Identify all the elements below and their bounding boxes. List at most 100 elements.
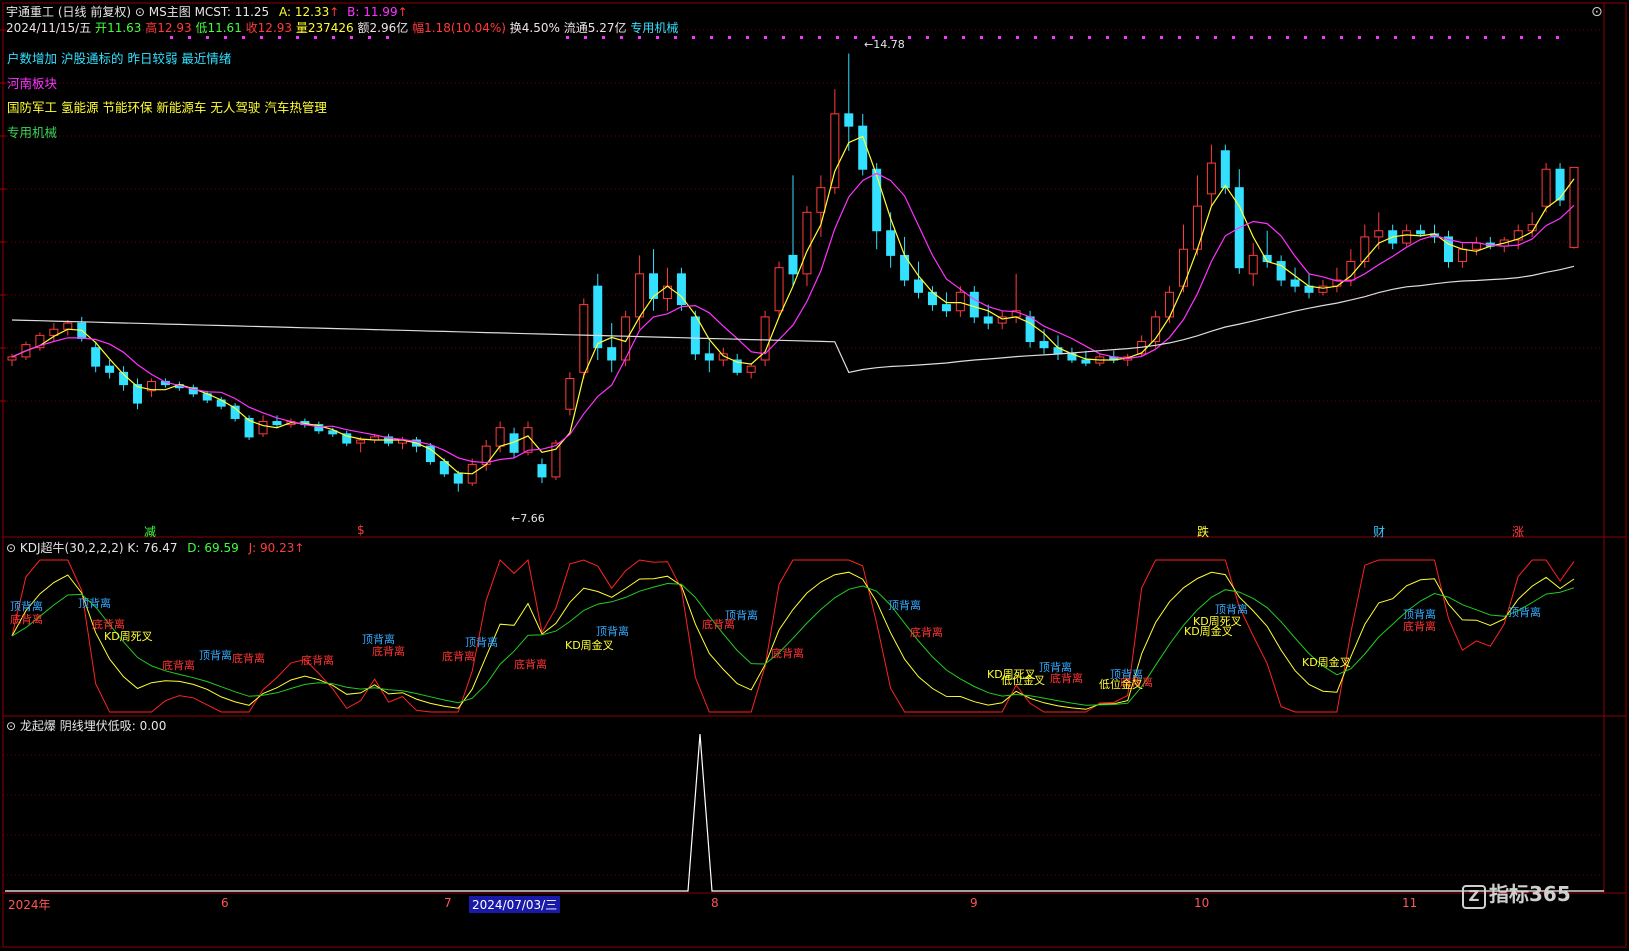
low-value: 11.61 xyxy=(207,21,242,35)
dot-marker xyxy=(782,36,785,39)
candle-body xyxy=(495,427,505,447)
dot-marker xyxy=(602,36,605,39)
stock-chart-canvas[interactable] xyxy=(0,0,1629,951)
collapse-icon[interactable]: ⊙ xyxy=(135,5,145,19)
dot-marker xyxy=(224,36,227,39)
d-value: 69.59 xyxy=(204,541,239,555)
dot-marker xyxy=(1250,36,1253,39)
dot-marker xyxy=(980,36,983,39)
dot-marker xyxy=(1502,36,1505,39)
candle-body xyxy=(537,464,547,478)
panel-toggle-icon[interactable]: ⊙ xyxy=(1591,4,1603,20)
collapse-icon[interactable]: ⊙ xyxy=(6,541,16,555)
top-divergence-label: 顶背离 xyxy=(78,597,111,610)
bottom-divergence-label: 底背离 xyxy=(10,613,43,626)
candle-body xyxy=(216,399,226,407)
chart-frame xyxy=(2,2,1627,948)
mcst-label: MCST: xyxy=(194,5,231,19)
candle-body xyxy=(1471,242,1481,250)
high-price-mark: ←14.78 xyxy=(864,38,905,51)
close-value: 12.93 xyxy=(257,21,293,35)
candle-body xyxy=(565,377,575,410)
amount-value: 2.96亿 xyxy=(369,21,409,35)
event-mark-fall[interactable]: 跌 xyxy=(1197,523,1209,540)
candle-body xyxy=(1457,248,1467,263)
dot-marker xyxy=(1214,36,1217,39)
dot-marker xyxy=(1124,36,1127,39)
dot-marker xyxy=(800,36,803,39)
dot-marker xyxy=(1034,36,1037,39)
candle-body xyxy=(704,353,714,361)
candle-body xyxy=(1402,230,1412,244)
candle-body xyxy=(7,356,17,361)
candle-body xyxy=(816,187,826,213)
candle-body xyxy=(746,365,756,373)
candle-body xyxy=(1081,359,1091,364)
candle-body xyxy=(1192,205,1202,250)
dot-marker xyxy=(296,36,299,39)
info-line-4: 专用机械 xyxy=(7,125,58,140)
low-label: 低 xyxy=(195,21,208,35)
candle-body xyxy=(105,365,115,373)
dot-marker xyxy=(242,36,245,39)
stock-name[interactable]: 宇通重工 xyxy=(6,5,54,19)
candle-body xyxy=(1416,230,1426,235)
indicator-name[interactable]: MS主图 xyxy=(149,5,191,19)
event-mark-finance[interactable]: 财 xyxy=(1373,523,1385,540)
candle-body xyxy=(356,439,366,444)
dot-marker xyxy=(1304,36,1307,39)
candle-body xyxy=(858,125,868,170)
up-arrow-icon: ↑ xyxy=(329,5,340,19)
dot-marker xyxy=(926,36,929,39)
timeline-selected-date[interactable]: 2024/07/03/三 xyxy=(469,896,561,913)
collapse-icon[interactable]: ⊙ xyxy=(6,719,16,733)
change-label: 幅 xyxy=(412,21,425,35)
candle-body xyxy=(844,113,854,127)
candle-body xyxy=(1165,291,1175,318)
candle-body xyxy=(551,442,561,478)
dot-marker xyxy=(746,36,749,39)
industry-tag[interactable]: 专用机械 xyxy=(630,21,678,35)
high-label: 高 xyxy=(145,21,158,35)
close-label: 收 xyxy=(245,21,258,35)
dot-marker xyxy=(674,36,677,39)
dot-marker xyxy=(206,36,209,39)
dot-marker xyxy=(188,36,191,39)
bottom-divergence-label: 底背离 xyxy=(1050,672,1083,685)
quote-date: 2024/11/15/五 xyxy=(6,21,92,35)
open-label: 开 xyxy=(95,21,108,35)
candle-body xyxy=(886,230,896,256)
kd-weekly-golden-cross-label: KD周金叉 xyxy=(565,639,614,652)
dot-marker xyxy=(332,36,335,39)
candle-body xyxy=(593,285,603,349)
period-label[interactable]: (日线 前复权) xyxy=(58,5,131,19)
dot-marker xyxy=(1268,36,1271,39)
event-mark-rise[interactable]: 涨 xyxy=(1512,523,1524,540)
change-value: 1.18(10.04%) xyxy=(424,21,506,35)
kd-weekly-death-cross-label: KD周死叉 xyxy=(104,630,153,643)
event-mark-reduce[interactable]: 减 xyxy=(144,523,156,540)
top-divergence-label: 顶背离 xyxy=(199,649,232,662)
bottom-divergence-label: 底背离 xyxy=(910,626,943,639)
k-value: 76.47 xyxy=(143,541,178,555)
lqb-title[interactable]: 龙起爆 xyxy=(20,719,56,733)
kdj-title[interactable]: KDJ超牛(30,2,2,2) xyxy=(20,541,124,555)
dot-marker xyxy=(1340,36,1343,39)
dot-marker xyxy=(1106,36,1109,39)
event-mark-dividend[interactable]: $ xyxy=(357,523,365,537)
dot-marker xyxy=(1286,36,1289,39)
candle-body xyxy=(690,316,700,355)
float-value: 5.27亿 xyxy=(587,21,627,35)
dot-marker xyxy=(1466,36,1469,39)
candle-body xyxy=(1541,168,1551,207)
mcst-value: 11.25 xyxy=(234,5,270,19)
dot-marker xyxy=(962,36,965,39)
brand-logo: Z 指标365 xyxy=(1462,878,1571,909)
candle-body xyxy=(1025,316,1035,343)
top-divergence-label: 顶背离 xyxy=(888,599,921,612)
candle-body xyxy=(1555,168,1565,201)
kdj-k-line xyxy=(11,571,1575,710)
b-label: B: xyxy=(347,5,360,19)
dot-marker xyxy=(1358,36,1361,39)
candle-body xyxy=(830,113,840,189)
